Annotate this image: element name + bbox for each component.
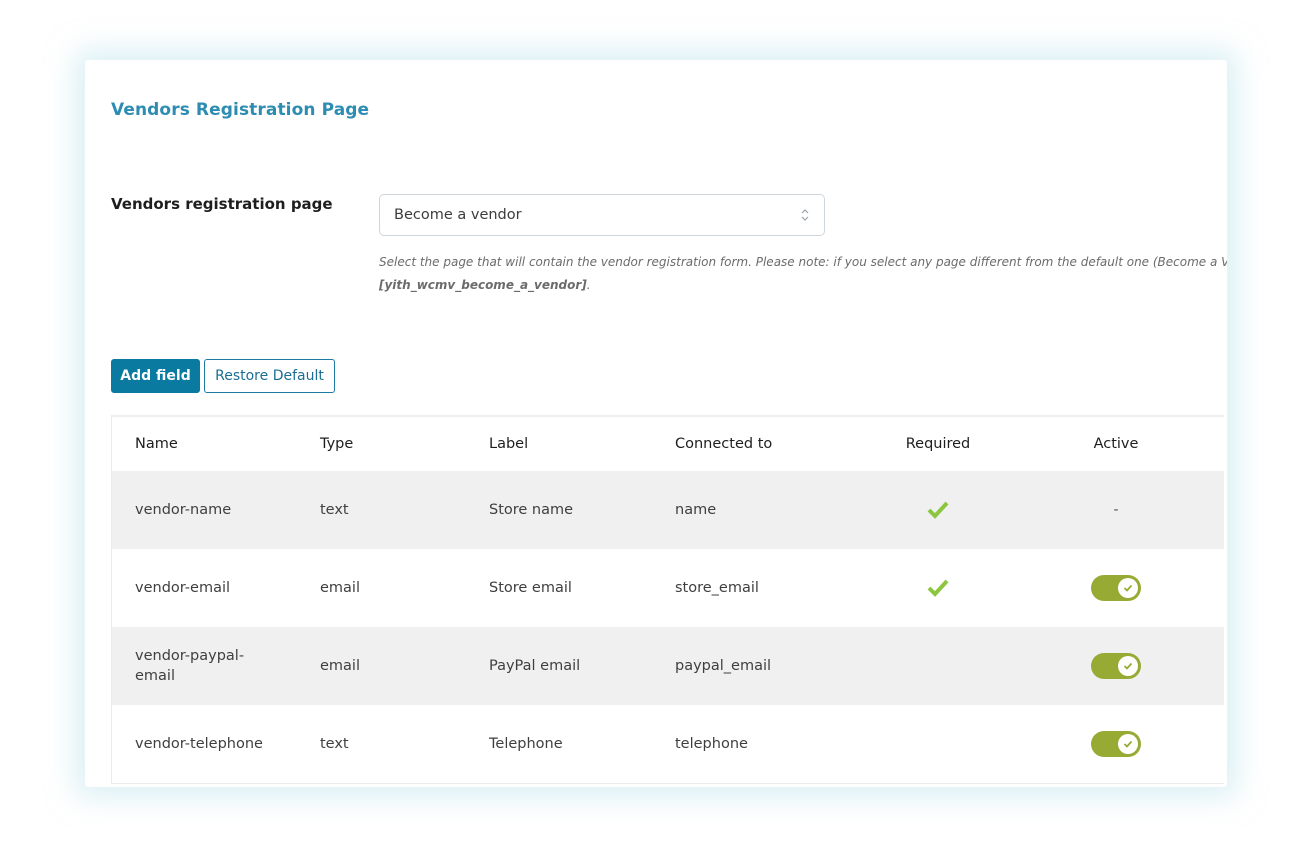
registration-page-label: Vendors registration page [111, 195, 333, 213]
cell-active: - [1066, 471, 1166, 549]
column-header-connected-to: Connected to [675, 436, 773, 452]
cell-type: text [320, 502, 349, 518]
active-toggle[interactable] [1091, 575, 1141, 601]
column-header-active: Active [1093, 436, 1139, 452]
cell-name: vendor-telephone [135, 736, 263, 752]
select-value: Become a vendor [394, 207, 522, 223]
description-text: Select the page that will contain the ve… [379, 255, 1227, 269]
cell-required [888, 627, 988, 705]
checkmark-icon [927, 579, 949, 597]
cell-label: Store name [489, 502, 574, 518]
cell-active [1066, 705, 1166, 783]
cell-connected-to: name [675, 502, 717, 518]
table-header: Name Type Label Connected to Required Ac… [112, 417, 1224, 471]
registration-page-select[interactable]: Become a vendor [379, 194, 825, 236]
cell-name: vendor-email [135, 580, 231, 596]
cell-required [888, 471, 988, 549]
cell-type: email [320, 580, 360, 596]
active-toggle[interactable] [1091, 731, 1141, 757]
cell-label: Store email [489, 580, 572, 596]
settings-card: Vendors Registration Page Vendors regist… [85, 60, 1227, 787]
cell-connected-to: store_email [675, 580, 759, 596]
table-row[interactable]: vendor-email email Store email store_ema… [112, 549, 1224, 627]
registration-fields-table: Name Type Label Connected to Required Ac… [111, 415, 1224, 784]
section-title: Vendors Registration Page [111, 100, 370, 120]
column-header-required: Required [905, 436, 971, 452]
checkmark-icon [927, 501, 949, 519]
cell-name: vendor-paypal-email [135, 627, 285, 705]
cell-type: text [320, 736, 349, 752]
check-circle-icon [1118, 656, 1138, 676]
column-header-label: Label [489, 436, 529, 452]
add-field-button[interactable]: Add field [111, 359, 200, 393]
table-row[interactable]: vendor-paypal-email email PayPal email p… [112, 627, 1224, 705]
description-shortcode: [yith_wcmv_become_a_vendor] [379, 278, 587, 292]
cell-connected-to: paypal_email [675, 658, 772, 674]
table-row[interactable]: vendor-telephone text Telephone telephon… [112, 705, 1224, 783]
description-suffix: . [586, 278, 591, 292]
column-header-type: Type [320, 436, 354, 452]
registration-page-description: Select the page that will contain the ve… [379, 251, 1227, 297]
active-toggle[interactable] [1091, 653, 1141, 679]
cell-active [1066, 549, 1166, 627]
cell-name-text: vendor-paypal-email [135, 648, 245, 684]
cell-required [888, 549, 988, 627]
check-circle-icon [1118, 578, 1138, 598]
check-circle-icon [1118, 734, 1138, 754]
restore-default-button[interactable]: Restore Default [204, 359, 335, 393]
cell-label: PayPal email [489, 658, 581, 674]
cell-connected-to: telephone [675, 736, 748, 752]
chevron-up-down-icon [800, 207, 810, 223]
cell-name: vendor-name [135, 502, 232, 518]
cell-active [1066, 627, 1166, 705]
cell-type: email [320, 658, 360, 674]
cell-label: Telephone [489, 736, 563, 752]
cell-required [888, 705, 988, 783]
column-header-name: Name [135, 436, 178, 452]
active-not-applicable: - [1113, 502, 1119, 518]
table-row[interactable]: vendor-name text Store name name - [112, 471, 1224, 549]
